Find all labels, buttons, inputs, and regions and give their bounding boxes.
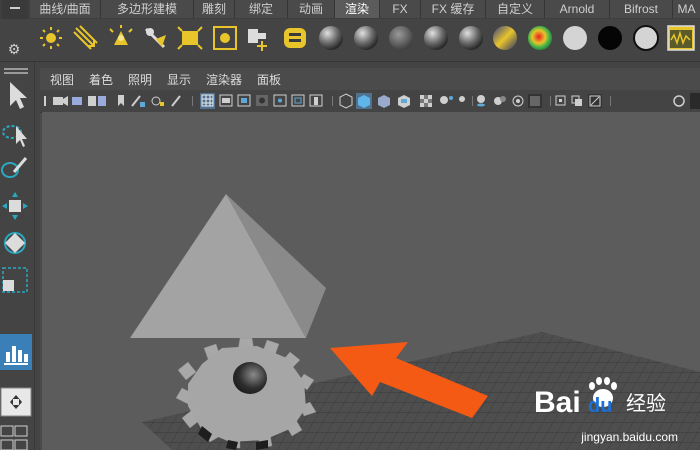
menu-view[interactable]: 视图 bbox=[50, 72, 74, 88]
menu-lighting[interactable]: 照明 bbox=[128, 72, 152, 88]
tab-fx-caching[interactable]: FX 缓存 bbox=[421, 0, 486, 18]
gate-mask-icon[interactable] bbox=[256, 95, 268, 106]
menu-show[interactable]: 显示 bbox=[167, 72, 191, 88]
shelf-tab-bar: 曲线/曲面 多边形建模 雕刻 绑定 动画 渲染 FX FX 缓存 自定义 Arn… bbox=[0, 0, 700, 19]
pyramid-object[interactable] bbox=[130, 194, 326, 338]
tab-mash[interactable]: MA bbox=[673, 0, 700, 18]
wireframe-icon[interactable] bbox=[339, 93, 353, 109]
anisotropic-sphere-icon[interactable] bbox=[424, 26, 448, 50]
graph-editor-icon[interactable] bbox=[0, 334, 32, 370]
phong-sphere-icon[interactable] bbox=[389, 26, 413, 50]
tab-custom[interactable]: 自定义 bbox=[486, 0, 545, 18]
menu-bar-icon bbox=[10, 7, 20, 9]
white-sphere-icon[interactable] bbox=[563, 26, 587, 50]
move-tool-icon[interactable] bbox=[2, 192, 28, 220]
use-all-lights-icon[interactable] bbox=[440, 96, 453, 104]
logo-text-jingyan: 经验 bbox=[626, 391, 666, 415]
render-view-icon[interactable] bbox=[667, 25, 695, 51]
2d-pan-icon[interactable] bbox=[151, 96, 164, 106]
image-plane-icon[interactable] bbox=[118, 95, 124, 106]
bookmark-icon[interactable] bbox=[88, 96, 106, 106]
safe-action-icon[interactable] bbox=[291, 94, 305, 107]
tab-animation[interactable]: 动画 bbox=[288, 0, 335, 18]
toolbox-icons bbox=[0, 68, 32, 450]
surface-shader-sphere-icon[interactable] bbox=[459, 26, 483, 50]
anti-aliasing-icon[interactable] bbox=[528, 94, 542, 108]
area-light-icon[interactable] bbox=[144, 27, 166, 49]
menu-shading[interactable]: 着色 bbox=[89, 72, 113, 88]
color-management-icon[interactable] bbox=[673, 95, 685, 107]
safe-title-icon[interactable] bbox=[309, 94, 323, 107]
field-chart-icon[interactable] bbox=[273, 94, 287, 107]
black-sphere-icon[interactable] bbox=[598, 26, 622, 50]
shelf-icons bbox=[40, 25, 695, 51]
shelf-menu-button[interactable] bbox=[2, 0, 28, 19]
tab-rendering[interactable]: 渲染 bbox=[335, 0, 380, 18]
grid-toggle-icon[interactable] bbox=[200, 93, 215, 109]
baidu-logo: Bai du 经验 bbox=[534, 377, 666, 419]
ramp-shader-icon[interactable] bbox=[493, 26, 517, 50]
isolate-select-icon[interactable] bbox=[555, 95, 566, 106]
hypershade-icon[interactable] bbox=[284, 28, 306, 48]
point-light-icon[interactable] bbox=[40, 27, 62, 49]
screen-space-ao-icon[interactable] bbox=[494, 96, 506, 105]
spot-light-icon[interactable] bbox=[109, 25, 133, 45]
ambient-light-icon[interactable] bbox=[213, 26, 237, 50]
paint-icon[interactable] bbox=[171, 95, 181, 107]
logo-text-du: du bbox=[588, 395, 612, 417]
tab-arnold[interactable]: Arnold bbox=[545, 0, 610, 18]
tab-sculpting[interactable]: 雕刻 bbox=[194, 0, 235, 18]
gray-sphere-icon[interactable] bbox=[633, 25, 659, 51]
camera-aim-icon[interactable] bbox=[248, 29, 267, 51]
shadows-icon[interactable] bbox=[477, 95, 485, 107]
volume-light-icon[interactable] bbox=[177, 26, 203, 50]
blinn-sphere-icon[interactable] bbox=[319, 26, 343, 50]
camera-attr-icon[interactable] bbox=[72, 97, 82, 105]
lights-icon[interactable] bbox=[459, 96, 465, 102]
panel-toolbar-icons bbox=[44, 93, 700, 109]
textured-icon[interactable] bbox=[398, 95, 410, 108]
tab-fx[interactable]: FX bbox=[380, 0, 421, 18]
xray-icon[interactable] bbox=[420, 95, 432, 107]
motion-blur-icon[interactable] bbox=[512, 95, 524, 107]
tab-bifrost[interactable]: Bifrost bbox=[610, 0, 673, 18]
exposure-icon[interactable] bbox=[571, 95, 582, 106]
rotate-tool-icon[interactable] bbox=[4, 232, 26, 254]
toon-sphere-icon[interactable] bbox=[528, 26, 552, 50]
menu-panels[interactable]: 面板 bbox=[257, 72, 281, 88]
logo-text-bai: Bai bbox=[534, 386, 581, 419]
tab-curves-surfaces[interactable]: 曲线/曲面 bbox=[30, 0, 101, 18]
smooth-shade-icon[interactable] bbox=[356, 93, 372, 109]
lambert-sphere-icon[interactable] bbox=[354, 26, 378, 50]
paint-select-icon[interactable] bbox=[1, 157, 28, 178]
gamma-icon[interactable] bbox=[588, 94, 602, 108]
lasso-tool-icon[interactable] bbox=[2, 125, 27, 147]
layout-icon[interactable] bbox=[0, 387, 32, 417]
small-layout-icons[interactable] bbox=[0, 425, 28, 450]
select-tool-icon[interactable] bbox=[10, 82, 27, 109]
tab-rigging[interactable]: 绑定 bbox=[235, 0, 288, 18]
camera-icon[interactable] bbox=[53, 96, 68, 106]
grease-pencil-icon[interactable] bbox=[131, 95, 145, 107]
tab-poly-modeling[interactable]: 多边形建模 bbox=[101, 0, 194, 18]
film-gate-icon[interactable] bbox=[219, 94, 233, 107]
menu-renderer[interactable]: 渲染器 bbox=[206, 72, 242, 88]
scale-tool-icon[interactable] bbox=[2, 267, 28, 293]
directional-light-icon[interactable] bbox=[73, 25, 98, 50]
resolution-gate-icon[interactable] bbox=[237, 94, 251, 107]
wireframe-on-shaded-icon[interactable] bbox=[378, 95, 390, 108]
watermark-url: jingyan.baidu.com bbox=[581, 430, 678, 444]
